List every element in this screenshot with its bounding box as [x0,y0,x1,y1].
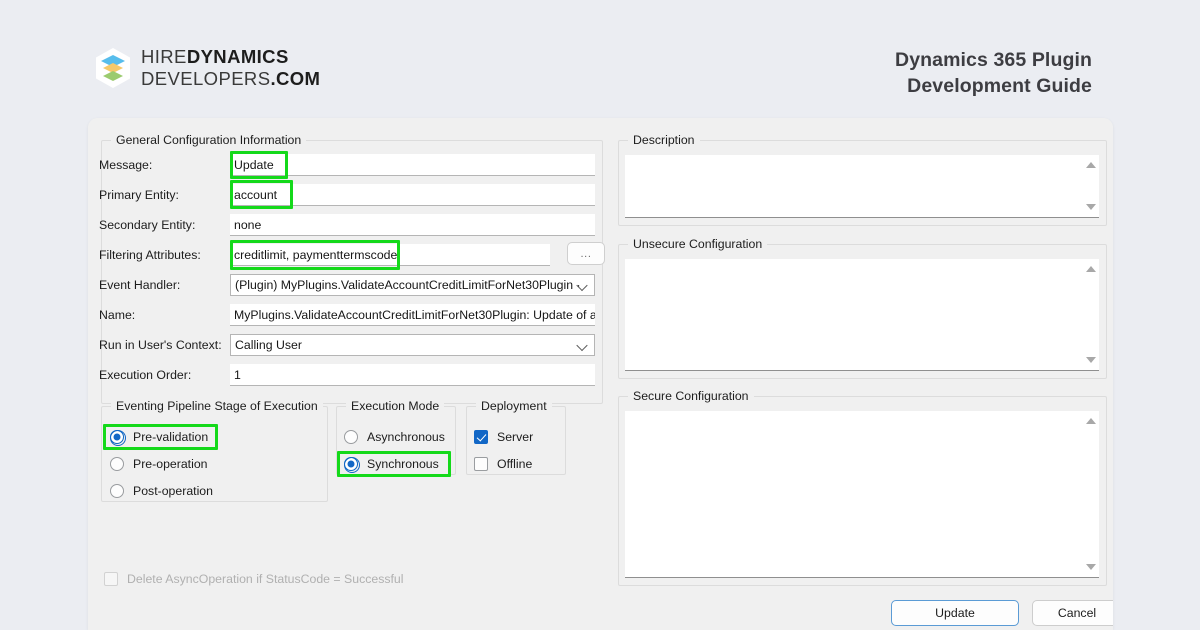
name-input[interactable]: MyPlugins.ValidateAccountCreditLimitForN… [230,304,595,326]
checkbox-delete-async-indicator [104,572,118,586]
general-configuration-title: General Configuration Information [111,133,307,147]
checkbox-offline[interactable]: Offline [474,455,532,473]
page-title-line-1: Dynamics 365 Plugin [895,49,1092,71]
brand-dotcom-text: .COM [270,67,321,89]
event-handler-value: (Plugin) MyPlugins.ValidateAccountCredit… [235,278,581,292]
description-scrollbar[interactable] [1082,155,1099,217]
radio-asynchronous-indicator [344,430,358,444]
eventing-pipeline-title: Eventing Pipeline Stage of Execution [111,399,323,413]
radio-pre-operation-indicator [110,457,124,471]
checkbox-server[interactable]: Server [474,428,533,446]
page-header: HIREDYNAMICS DEVELOPERS.COM Dynamics 365… [0,0,1200,118]
radio-pre-validation-indicator [110,430,126,446]
brand-hire-text: HIRE [141,46,187,67]
unsecure-configuration-textarea-body[interactable] [625,259,1082,370]
radio-pre-operation-label: Pre-operation [133,457,208,471]
scroll-down-icon[interactable] [1085,357,1096,363]
cancel-button[interactable]: Cancel [1032,600,1113,626]
secondary-entity-label: Secondary Entity: [99,218,196,232]
name-label: Name: [99,308,136,322]
message-label: Message: [99,158,153,172]
checkbox-delete-async-label: Delete AsyncOperation if StatusCode = Su… [127,572,404,586]
layered-hexagon-logo-icon [94,47,132,89]
brand-line-1: HIREDYNAMICS [141,46,320,68]
unsecure-configuration-scrollbar[interactable] [1082,259,1099,370]
event-handler-label: Event Handler: [99,278,181,292]
primary-entity-label: Primary Entity: [99,188,179,202]
field-row-message: Message: Update [99,154,599,176]
run-in-users-context-label: Run in User's Context: [99,338,222,352]
scroll-up-icon[interactable] [1085,266,1096,272]
scroll-down-icon[interactable] [1085,564,1096,570]
secure-configuration-scrollbar[interactable] [1082,411,1099,577]
description-textarea[interactable] [625,155,1099,218]
brand-developers-text: DEVELOPERS [141,67,271,89]
radio-asynchronous-label: Asynchronous [367,430,445,444]
description-title: Description [628,133,700,147]
unsecure-configuration-textarea[interactable] [625,259,1099,371]
brand-wordmark: HIREDYNAMICS DEVELOPERS.COM [141,46,320,90]
radio-synchronous-indicator [344,457,360,473]
secure-configuration-textarea-body[interactable] [625,411,1082,577]
deployment-title: Deployment [476,399,552,413]
checkbox-server-label: Server [497,430,534,444]
execution-order-input[interactable]: 1 [230,364,595,386]
update-button[interactable]: Update [891,600,1019,626]
scroll-up-icon[interactable] [1085,418,1096,424]
primary-entity-input[interactable]: account [230,184,595,206]
checkbox-offline-indicator [474,457,488,471]
radio-synchronous[interactable]: Synchronous [344,455,439,473]
scroll-down-icon[interactable] [1085,204,1096,210]
run-in-users-context-combo[interactable]: Calling User [230,334,595,356]
filtering-attributes-browse-button[interactable]: ... [567,242,605,265]
field-row-run-in-users-context: Run in User's Context: Calling User [99,334,599,356]
field-row-execution-order: Execution Order: 1 [99,364,599,386]
field-row-name: Name: MyPlugins.ValidateAccountCreditLim… [99,304,599,326]
radio-post-operation-label: Post-operation [133,484,213,498]
execution-order-label: Execution Order: [99,368,192,382]
checkbox-delete-async-operation: Delete AsyncOperation if StatusCode = Su… [104,570,404,588]
run-in-users-context-value: Calling User [235,338,302,352]
secure-configuration-title: Secure Configuration [628,389,754,403]
checkbox-offline-label: Offline [497,457,533,471]
field-row-secondary-entity: Secondary Entity: none [99,214,599,236]
page-title: Dynamics 365 Plugin Development Guide [895,48,1092,100]
execution-mode-title: Execution Mode [346,399,445,413]
radio-synchronous-label: Synchronous [367,457,439,471]
checkbox-server-indicator [474,430,488,444]
field-row-filtering-attributes: Filtering Attributes: creditlimit, payme… [99,244,599,266]
chevron-down-icon [578,281,587,290]
radio-post-operation[interactable]: Post-operation [110,482,213,500]
secure-configuration-textarea[interactable] [625,411,1099,578]
plugin-registration-dialog: General Configuration Information Messag… [88,118,1113,630]
radio-asynchronous[interactable]: Asynchronous [344,428,445,446]
brand-dynamics-text: DYNAMICS [186,46,289,67]
radio-post-operation-indicator [110,484,124,498]
chevron-down-icon [578,341,587,350]
message-input[interactable]: Update [230,154,595,176]
brand-logo: HIREDYNAMICS DEVELOPERS.COM [94,46,320,90]
scroll-up-icon[interactable] [1085,162,1096,168]
filtering-attributes-input[interactable]: creditlimit, paymenttermscode [230,244,550,266]
brand-line-2: DEVELOPERS.COM [141,68,320,90]
radio-pre-validation[interactable]: Pre-validation [110,428,208,446]
unsecure-configuration-title: Unsecure Configuration [628,237,768,251]
page-title-line-2: Development Guide [907,74,1092,97]
description-textarea-body[interactable] [625,155,1082,217]
event-handler-combo[interactable]: (Plugin) MyPlugins.ValidateAccountCredit… [230,274,595,296]
radio-pre-validation-label: Pre-validation [133,430,209,444]
field-row-event-handler: Event Handler: (Plugin) MyPlugins.Valida… [99,274,599,296]
secondary-entity-input[interactable]: none [230,214,595,236]
radio-pre-operation[interactable]: Pre-operation [110,455,208,473]
field-row-primary-entity: Primary Entity: account [99,184,599,206]
screenshot-card: General Configuration Information Messag… [88,118,1113,630]
filtering-attributes-label: Filtering Attributes: [99,248,201,262]
